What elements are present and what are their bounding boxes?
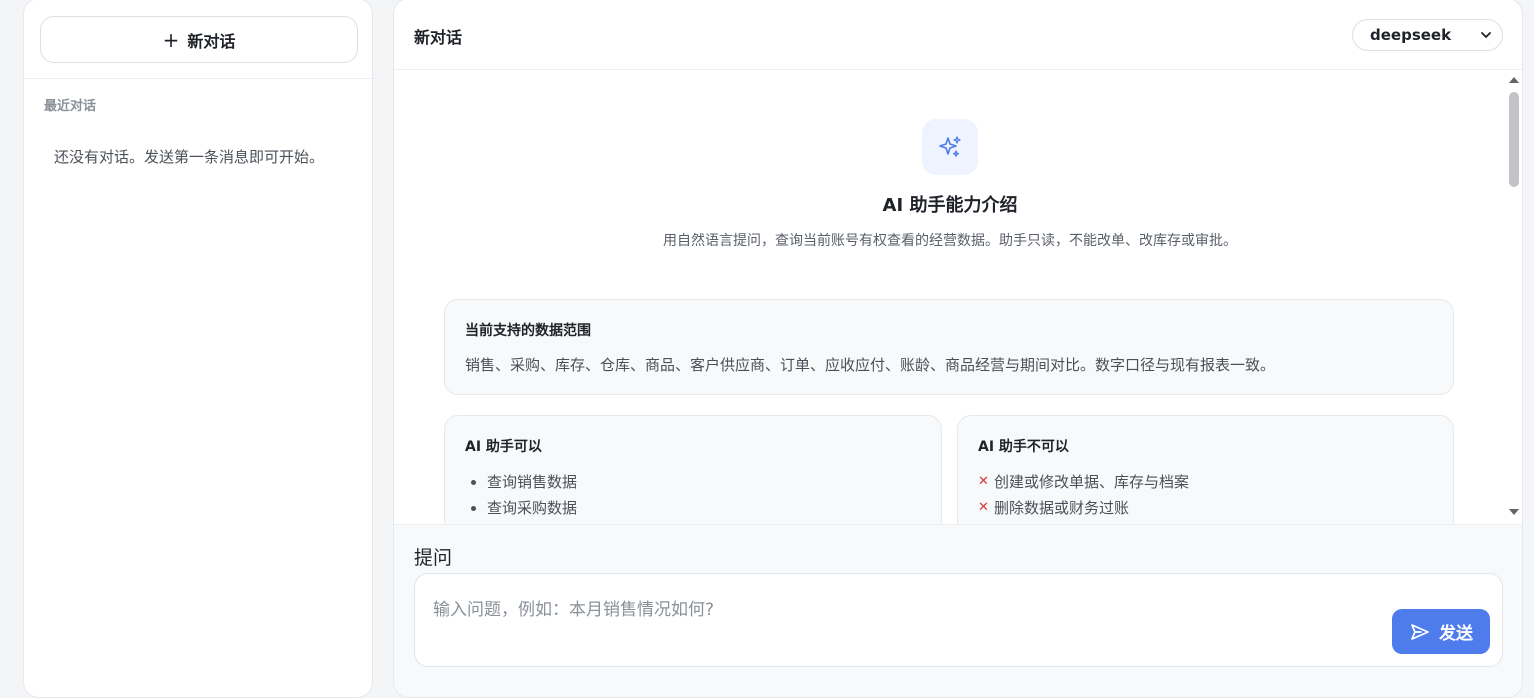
cannot-do-list: ✕ 创建或修改单据、库存与档案 ✕ 删除数据或财务过账 (978, 469, 1189, 521)
can-do-card: AI 助手可以 查询销售数据 查询采购数据 (444, 415, 942, 524)
scroll-down-arrow-icon[interactable] (1509, 509, 1519, 515)
list-item: 查询采购数据 (465, 495, 577, 521)
new-chat-label: 新对话 (187, 31, 236, 51)
composer: 提问 发送 (394, 524, 1522, 697)
send-label: 发送 (1439, 624, 1473, 644)
message-input-box[interactable]: 发送 (414, 573, 1503, 667)
list-item: ✕ 创建或修改单据、库存与档案 (978, 473, 1190, 491)
scrollbar-thumb[interactable] (1509, 92, 1519, 187)
empty-conversations-text: 还没有对话。发送第一条消息即可开始。 (54, 148, 325, 166)
model-select[interactable]: deepseek (1352, 19, 1503, 51)
list-item: ✕ 删除数据或财务过账 (978, 499, 1130, 517)
page-title: 新对话 (414, 28, 463, 47)
plus-icon: + (162, 27, 180, 52)
messages-area[interactable]: AI 助手能力介绍 用自然语言提问，查询当前账号有权查看的经营数据。助手只读，不… (394, 70, 1522, 524)
recent-label: 最近对话 (44, 99, 97, 114)
chat-header: 新对话 deepseek (394, 0, 1522, 70)
scroll-up-arrow-icon[interactable] (1509, 77, 1519, 83)
cross-icon: ✕ (978, 474, 989, 489)
model-select-value: deepseek (1370, 26, 1452, 44)
cross-icon: ✕ (978, 500, 989, 515)
message-input[interactable] (415, 574, 1375, 666)
cannot-do-title: AI 助手不可以 (978, 439, 1069, 455)
data-scope-card: 当前支持的数据范围 销售、采购、库存、仓库、商品、客户供应商、订单、应收应付、账… (444, 299, 1454, 395)
intro-subtitle: 用自然语言提问，查询当前账号有权查看的经营数据。助手只读，不能改单、改库存或审批… (663, 233, 1237, 249)
cannot-do-card: AI 助手不可以 ✕ 创建或修改单据、库存与档案 ✕ 删除数据或财务过账 (957, 415, 1454, 524)
sidebar-divider (24, 78, 372, 79)
sparkles-icon (922, 119, 978, 175)
scrollbar[interactable] (1506, 70, 1522, 524)
send-button[interactable]: 发送 (1392, 609, 1490, 654)
send-icon (1411, 623, 1429, 640)
chat-panel: 新对话 deepseek AI 助手能力介绍 用自然语言提问，查询当前账号有权查… (393, 0, 1523, 698)
can-do-title: AI 助手可以 (465, 439, 542, 455)
data-scope-title: 当前支持的数据范围 (465, 323, 591, 339)
bullet-icon (471, 505, 476, 511)
sidebar: + 新对话 最近对话 还没有对话。发送第一条消息即可开始。 (23, 0, 373, 698)
intro-title: AI 助手能力介绍 (882, 195, 1018, 216)
ask-label: 提问 (414, 547, 453, 569)
chevron-down-icon (1481, 32, 1491, 38)
data-scope-text: 销售、采购、库存、仓库、商品、客户供应商、订单、应收应付、账龄、商品经营与期间对… (465, 356, 1276, 374)
bullet-icon (471, 479, 476, 485)
can-do-list: 查询销售数据 查询采购数据 (465, 469, 577, 521)
list-item: 查询销售数据 (465, 469, 577, 495)
new-chat-button[interactable]: + 新对话 (40, 16, 358, 63)
